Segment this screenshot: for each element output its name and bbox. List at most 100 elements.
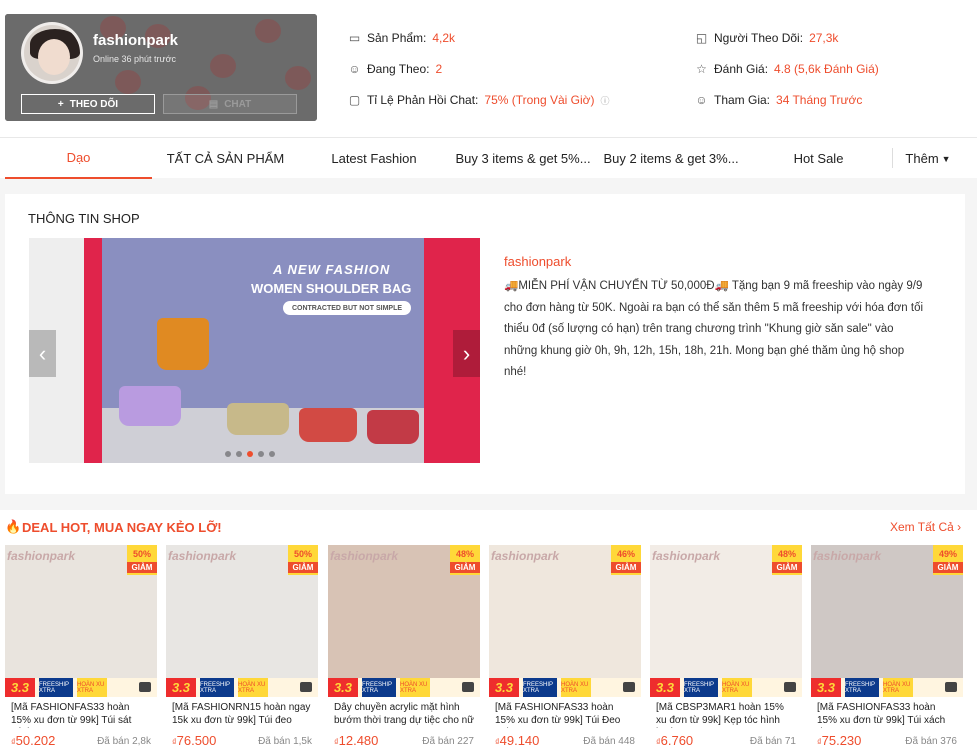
shop-name: fashionpark [93,32,179,49]
price-value: 6.760 [660,733,694,748]
tab-hot-sale[interactable]: Hot Sale [745,138,892,179]
store-icon: ▭ [348,30,361,45]
freeship-tag: FREESHIP XTRA [362,678,396,697]
promo-strip: 3.3 FREESHIP XTRA HOÀN XU XTRA [811,678,963,697]
freeship-tag: FREESHIP XTRA [523,678,557,697]
tab-more[interactable]: Thêm ▼ [893,138,963,179]
product-card[interactable]: fashionpark 48% GIẢM 3.3 FREESHIP XTRA HOÀN X… [650,545,802,755]
carousel-dot[interactable] [225,451,231,457]
brand-watermark: fashionpark [168,549,237,563]
chevron-right-icon: › [957,520,962,534]
sale-tag: 3.3 [489,678,519,697]
product-sold: Đã bán 448 [583,736,635,747]
chat-button[interactable]: ▤ CHAT [163,94,297,114]
carousel-dot[interactable] [236,451,242,457]
product-image[interactable]: fashionpark 48% GIẢM 3.3 FREESHIP XTRA HOÀN X… [328,545,480,697]
tab-more-label: Thêm [905,151,939,166]
caret-down-icon: ▼ [941,153,951,164]
shop-online-status: Online 36 phút trước [93,54,176,64]
product-price: ₫75.230 [817,733,861,748]
fire-icon: 🔥 [5,519,22,534]
discount-value: 50% [293,549,312,559]
brand-watermark: fashionpark [7,549,76,563]
discount-value: 48% [777,549,796,559]
xu-tag: HOÀN XU XTRA [77,678,107,697]
product-price: ₫50.202 [11,733,55,748]
carousel-dot-active[interactable] [247,451,253,457]
price-value: 76.500 [176,733,217,748]
discount-badge: 48% GIẢM [450,545,480,575]
orange-bag-image [157,318,209,370]
tab-latest-fashion[interactable]: Latest Fashion [299,138,449,179]
freeship-tag: FREESHIP XTRA [200,678,234,697]
video-icon [784,682,796,692]
xu-tag: HOÀN XU XTRA [883,678,913,697]
brand-watermark: fashionpark [813,549,882,563]
tab-dao[interactable]: Dạo [5,138,152,179]
discount-badge: 49% GIẢM [933,545,963,575]
product-card[interactable]: fashionpark 50% GIẢM 3.3 FREESHIP XTRA HOÀN X… [5,545,157,755]
product-image[interactable]: fashionpark 46% GIẢM 3.3 FREESHIP XTRA HOÀN X… [489,545,641,697]
product-card[interactable]: fashionpark 50% GIẢM 3.3 FREESHIP XTRA HOÀN X… [166,545,318,755]
product-card[interactable]: fashionpark 46% GIẢM 3.3 FREESHIP XTRA HOÀN X… [489,545,641,755]
video-icon [462,682,474,692]
xu-tag: HOÀN XU XTRA [238,678,268,697]
product-name: [Mã FASHIONFAS33 hoàn 15% xu đơn từ 99k]… [11,702,132,728]
carousel-next-button[interactable]: › [453,330,480,377]
tab-buy-3[interactable]: Buy 3 items & get 5%... [449,138,597,179]
promo-strip: 3.3 FREESHIP XTRA HOÀN XU XTRA [166,678,318,697]
discount-value: 48% [455,549,474,559]
see-all-link[interactable]: Xem Tất Cả › [890,520,961,534]
tab-buy-2[interactable]: Buy 2 items & get 3%... [597,138,745,179]
carousel-prev-button[interactable]: ‹ [29,330,56,377]
promo-strip: 3.3 FREESHIP XTRA HOÀN XU XTRA [489,678,641,697]
product-card[interactable]: fashionpark 48% GIẢM 3.3 FREESHIP XTRA HOÀN X… [328,545,480,755]
carousel-dot[interactable] [258,451,264,457]
plus-icon: + [57,98,64,110]
discount-badge: 46% GIẢM [611,545,641,575]
discount-word: GIẢM [288,562,318,573]
shop-avatar[interactable] [21,22,83,84]
carousel-dot[interactable] [269,451,275,457]
deal-hot-section: 🔥 DEAL HOT, MUA NGAY KẺO LỠ! Xem Tất Cả … [0,510,977,755]
discount-word: GIẢM [611,562,641,573]
product-image[interactable]: fashionpark 48% GIẢM 3.3 FREESHIP XTRA HOÀN X… [650,545,802,697]
discount-value: 46% [616,549,635,559]
deal-title: DEAL HOT, MUA NGAY KẺO LỠ! [22,520,222,535]
discount-word: GIẢM [127,562,157,573]
info-icon[interactable]: ⓘ [601,94,610,107]
price-value: 75.230 [821,733,862,748]
brand-watermark: fashionpark [330,549,399,563]
stat-joined: ☺ Tham Gia: 34 Tháng Trước [695,92,863,107]
discount-word: GIẢM [772,562,802,573]
video-icon [139,682,151,692]
product-sold: Đã bán 71 [749,736,796,747]
product-price: ₫76.500 [172,733,216,748]
xu-tag: HOÀN XU XTRA [561,678,591,697]
product-card[interactable]: fashionpark 49% GIẢM 3.3 FREESHIP XTRA HOÀN X… [811,545,963,755]
follow-button[interactable]: + THEO DÕI [21,94,155,114]
xu-tag: HOÀN XU XTRA [722,678,752,697]
product-image[interactable]: fashionpark 49% GIẢM 3.3 FREESHIP XTRA HOÀN X… [811,545,963,697]
check-bag-image [367,410,419,444]
person-icon: ☺ [695,92,708,107]
tab-all-products[interactable]: TẤT CẢ SẢN PHẨM [152,138,299,179]
stat-rating: ☆ Đánh Giá: 4.8 (5,6k Đánh Giá) [696,61,879,76]
product-image[interactable]: fashionpark 50% GIẢM 3.3 FREESHIP XTRA HOÀN X… [166,545,318,697]
discount-badge: 48% GIẢM [772,545,802,575]
product-image[interactable]: fashionpark 50% GIẢM 3.3 FREESHIP XTRA HOÀN X… [5,545,157,697]
shop-banner-carousel[interactable]: A NEW FASHION WOMEN SHOULDER BAG CONTRAC… [29,238,480,463]
discount-badge: 50% GIẢM [127,545,157,575]
product-name: [Mã CBSP3MAR1 hoàn 15% xu đơn từ 99k] Kẹ… [656,702,784,728]
chat-bubble-icon: ▢ [348,92,361,107]
discount-word: GIẢM [933,562,963,573]
shop-description: 🚚MIỄN PHÍ VẬN CHUYỂN TỪ 50,000Đ🚚 Tặng bạ… [504,280,924,378]
user-icon: ☺ [348,61,361,76]
shop-tabs: Dạo TẤT CẢ SẢN PHẨM Latest Fashion Buy 3… [0,137,977,179]
shop-description-name: fashionpark [504,254,572,269]
product-name: [Mã FASHIONFAS33 hoàn 15% xu đơn từ 99k]… [817,702,946,728]
purple-bag-image [119,386,181,426]
discount-value: 49% [938,549,957,559]
sale-tag: 3.3 [166,678,196,697]
xu-tag: HOÀN XU XTRA [400,678,430,697]
